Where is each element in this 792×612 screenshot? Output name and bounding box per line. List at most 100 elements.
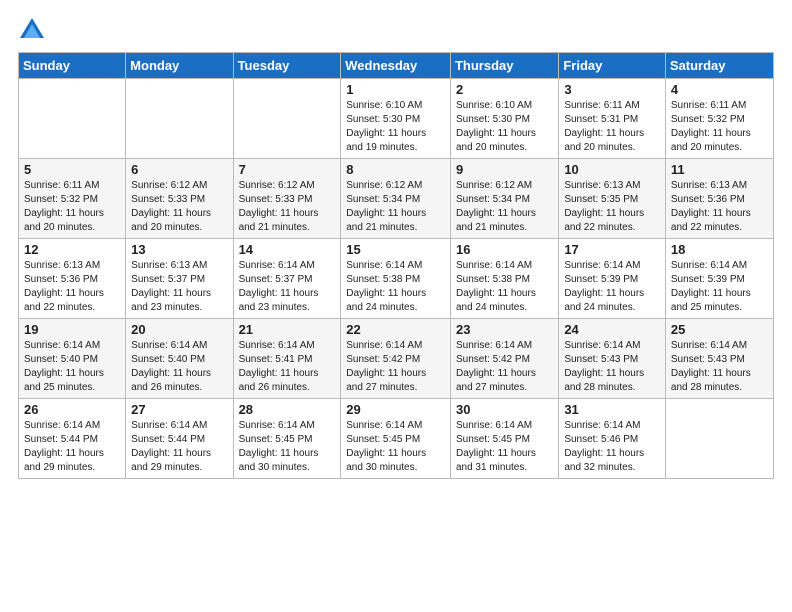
day-info: Sunrise: 6:12 AMSunset: 5:33 PMDaylight:… — [239, 179, 336, 235]
day-number: 9 — [456, 162, 553, 177]
calendar-empty-cell — [19, 79, 126, 159]
calendar-day-27: 27Sunrise: 6:14 AMSunset: 5:44 PMDayligh… — [126, 399, 233, 479]
day-number: 21 — [239, 322, 336, 337]
calendar-day-18: 18 Sunrise: 6:14 AMSunset: 5:39 PMDayligh… — [665, 239, 773, 319]
header — [18, 10, 774, 44]
day-info: Sunrise: 6:13 AMSunset: 5:35 PMDaylight:… — [564, 179, 660, 235]
calendar-week-row: 1 Sunrise: 6:10 AMSunset: 5:30 PMDaylight… — [19, 79, 774, 159]
day-info: Sunrise: 6:14 AMSunset: 5:44 PMDaylight:… — [24, 419, 120, 475]
day-info: Sunrise: 6:14 AMSunset: 5:41 PMDaylight:… — [239, 339, 336, 395]
day-number: 12 — [24, 242, 120, 257]
calendar-day-15: 15Sunrise: 6:14 AMSunset: 5:38 PMDayligh… — [341, 239, 451, 319]
calendar-header-friday: Friday — [559, 53, 666, 79]
calendar-day-16: 16Sunrise: 6:14 AMSunset: 5:38 PMDayligh… — [450, 239, 558, 319]
day-info: Sunrise: 6:10 AMSunset: 5:30 PMDaylight:… — [346, 99, 445, 155]
day-number: 28 — [239, 402, 336, 417]
calendar-week-row: 12 Sunrise: 6:13 AMSunset: 5:36 PMDayligh… — [19, 239, 774, 319]
day-info: Sunrise: 6:11 AMSunset: 5:31 PMDaylight:… — [564, 99, 660, 155]
calendar-day-17: 17 Sunrise: 6:14 AMSunset: 5:39 PMDayligh… — [559, 239, 666, 319]
calendar: SundayMondayTuesdayWednesdayThursdayFrid… — [18, 52, 774, 479]
day-info: Sunrise: 6:11 AMSunset: 5:32 PMDaylight:… — [671, 99, 768, 155]
calendar-day-3: 3Sunrise: 6:11 AMSunset: 5:31 PMDaylight… — [559, 79, 666, 159]
calendar-day-29: 29 Sunrise: 6:14 AMSunset: 5:45 PMDayligh… — [341, 399, 451, 479]
calendar-day-19: 19 Sunrise: 6:14 AMSunset: 5:40 PMDayligh… — [19, 319, 126, 399]
day-number: 23 — [456, 322, 553, 337]
day-number: 26 — [24, 402, 120, 417]
calendar-day-23: 23 Sunrise: 6:14 AMSunset: 5:42 PMDayligh… — [450, 319, 558, 399]
calendar-day-31: 31Sunrise: 6:14 AMSunset: 5:46 PMDayligh… — [559, 399, 666, 479]
calendar-header-tuesday: Tuesday — [233, 53, 341, 79]
calendar-week-row: 19 Sunrise: 6:14 AMSunset: 5:40 PMDayligh… — [19, 319, 774, 399]
day-number: 13 — [131, 242, 227, 257]
calendar-day-26: 26 Sunrise: 6:14 AMSunset: 5:44 PMDayligh… — [19, 399, 126, 479]
calendar-day-2: 2Sunrise: 6:10 AMSunset: 5:30 PMDaylight… — [450, 79, 558, 159]
day-number: 10 — [564, 162, 660, 177]
day-info: Sunrise: 6:14 AMSunset: 5:42 PMDaylight:… — [456, 339, 553, 395]
calendar-day-28: 28 Sunrise: 6:14 AMSunset: 5:45 PMDayligh… — [233, 399, 341, 479]
calendar-empty-cell — [126, 79, 233, 159]
calendar-header-saturday: Saturday — [665, 53, 773, 79]
day-info: Sunrise: 6:13 AMSunset: 5:36 PMDaylight:… — [24, 259, 120, 315]
calendar-header-row: SundayMondayTuesdayWednesdayThursdayFrid… — [19, 53, 774, 79]
day-info: Sunrise: 6:14 AMSunset: 5:39 PMDaylight:… — [671, 259, 768, 315]
day-info: Sunrise: 6:12 AMSunset: 5:34 PMDaylight:… — [456, 179, 553, 235]
calendar-day-7: 7Sunrise: 6:12 AMSunset: 5:33 PMDaylight… — [233, 159, 341, 239]
calendar-day-12: 12 Sunrise: 6:13 AMSunset: 5:36 PMDayligh… — [19, 239, 126, 319]
day-info: Sunrise: 6:12 AMSunset: 5:34 PMDaylight:… — [346, 179, 445, 235]
day-number: 24 — [564, 322, 660, 337]
calendar-day-8: 8 Sunrise: 6:12 AMSunset: 5:34 PMDaylight… — [341, 159, 451, 239]
day-number: 25 — [671, 322, 768, 337]
calendar-day-20: 20Sunrise: 6:14 AMSunset: 5:40 PMDayligh… — [126, 319, 233, 399]
calendar-day-4: 4 Sunrise: 6:11 AMSunset: 5:32 PMDaylight… — [665, 79, 773, 159]
day-number: 16 — [456, 242, 553, 257]
day-number: 20 — [131, 322, 227, 337]
calendar-header-monday: Monday — [126, 53, 233, 79]
day-number: 15 — [346, 242, 445, 257]
day-number: 11 — [671, 162, 768, 177]
calendar-header-sunday: Sunday — [19, 53, 126, 79]
day-number: 19 — [24, 322, 120, 337]
day-info: Sunrise: 6:14 AMSunset: 5:45 PMDaylight:… — [346, 419, 445, 475]
calendar-header-wednesday: Wednesday — [341, 53, 451, 79]
day-info: Sunrise: 6:13 AMSunset: 5:36 PMDaylight:… — [671, 179, 768, 235]
day-info: Sunrise: 6:14 AMSunset: 5:40 PMDaylight:… — [24, 339, 120, 395]
day-number: 5 — [24, 162, 120, 177]
day-number: 2 — [456, 82, 553, 97]
day-number: 1 — [346, 82, 445, 97]
calendar-day-24: 24 Sunrise: 6:14 AMSunset: 5:43 PMDayligh… — [559, 319, 666, 399]
calendar-week-row: 5Sunrise: 6:11 AMSunset: 5:32 PMDaylight… — [19, 159, 774, 239]
calendar-day-9: 9 Sunrise: 6:12 AMSunset: 5:34 PMDaylight… — [450, 159, 558, 239]
calendar-day-1: 1 Sunrise: 6:10 AMSunset: 5:30 PMDaylight… — [341, 79, 451, 159]
day-number: 22 — [346, 322, 445, 337]
day-number: 4 — [671, 82, 768, 97]
day-number: 14 — [239, 242, 336, 257]
calendar-day-5: 5Sunrise: 6:11 AMSunset: 5:32 PMDaylight… — [19, 159, 126, 239]
day-info: Sunrise: 6:14 AMSunset: 5:39 PMDaylight:… — [564, 259, 660, 315]
day-number: 27 — [131, 402, 227, 417]
day-info: Sunrise: 6:14 AMSunset: 5:37 PMDaylight:… — [239, 259, 336, 315]
day-info: Sunrise: 6:14 AMSunset: 5:46 PMDaylight:… — [564, 419, 660, 475]
calendar-empty-cell — [665, 399, 773, 479]
day-info: Sunrise: 6:14 AMSunset: 5:43 PMDaylight:… — [564, 339, 660, 395]
day-info: Sunrise: 6:14 AMSunset: 5:43 PMDaylight:… — [671, 339, 768, 395]
day-info: Sunrise: 6:12 AMSunset: 5:33 PMDaylight:… — [131, 179, 227, 235]
day-number: 8 — [346, 162, 445, 177]
day-info: Sunrise: 6:14 AMSunset: 5:45 PMDaylight:… — [239, 419, 336, 475]
day-number: 30 — [456, 402, 553, 417]
calendar-day-22: 22Sunrise: 6:14 AMSunset: 5:42 PMDayligh… — [341, 319, 451, 399]
calendar-day-11: 11 Sunrise: 6:13 AMSunset: 5:36 PMDayligh… — [665, 159, 773, 239]
calendar-day-30: 30 Sunrise: 6:14 AMSunset: 5:45 PMDayligh… — [450, 399, 558, 479]
calendar-empty-cell — [233, 79, 341, 159]
day-number: 6 — [131, 162, 227, 177]
day-info: Sunrise: 6:13 AMSunset: 5:37 PMDaylight:… — [131, 259, 227, 315]
calendar-day-13: 13 Sunrise: 6:13 AMSunset: 5:37 PMDayligh… — [126, 239, 233, 319]
day-number: 18 — [671, 242, 768, 257]
calendar-week-row: 26 Sunrise: 6:14 AMSunset: 5:44 PMDayligh… — [19, 399, 774, 479]
calendar-day-14: 14 Sunrise: 6:14 AMSunset: 5:37 PMDayligh… — [233, 239, 341, 319]
day-number: 17 — [564, 242, 660, 257]
day-info: Sunrise: 6:14 AMSunset: 5:45 PMDaylight:… — [456, 419, 553, 475]
calendar-header-thursday: Thursday — [450, 53, 558, 79]
calendar-day-6: 6 Sunrise: 6:12 AMSunset: 5:33 PMDaylight… — [126, 159, 233, 239]
day-number: 29 — [346, 402, 445, 417]
calendar-day-10: 10 Sunrise: 6:13 AMSunset: 5:35 PMDayligh… — [559, 159, 666, 239]
